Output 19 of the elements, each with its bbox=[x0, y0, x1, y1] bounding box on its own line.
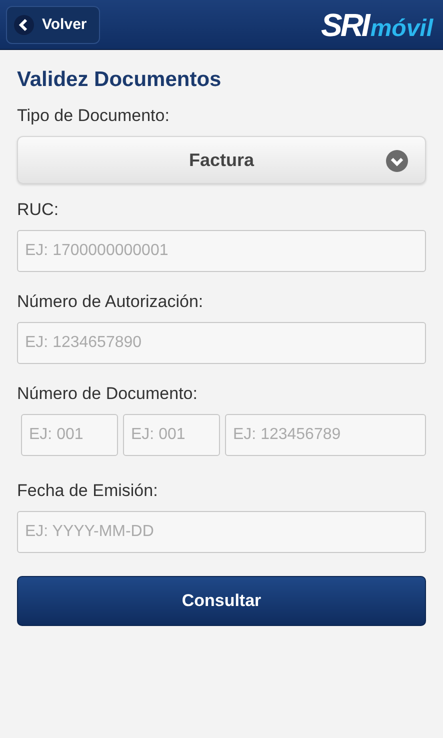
page-title: Validez Documentos bbox=[17, 68, 222, 92]
field-label: Fecha de Emisión: bbox=[17, 481, 159, 501]
field-label: Número de Documento: bbox=[17, 384, 198, 404]
logo-text: SRI bbox=[320, 8, 368, 40]
input-field[interactable]: EJ: YYYY-MM-DD bbox=[17, 511, 426, 553]
input-field[interactable]: EJ: 1700000000001 bbox=[17, 230, 426, 272]
document-type-dropdown[interactable]: Factura bbox=[17, 136, 426, 184]
input-field[interactable]: EJ: 123456789 bbox=[225, 414, 426, 456]
field-label: Número de Autorización: bbox=[17, 292, 204, 312]
field-label: Tipo de Documento: bbox=[17, 106, 170, 126]
logo-subtext: móvil bbox=[370, 16, 433, 40]
submit-button[interactable]: Consultar bbox=[17, 576, 426, 626]
field-label: RUC: bbox=[17, 200, 60, 220]
input-field[interactable]: EJ: 1234657890 bbox=[17, 322, 426, 364]
back-button[interactable]: Volver bbox=[6, 6, 100, 44]
input-field[interactable]: EJ: 001 bbox=[123, 414, 220, 456]
back-icon bbox=[14, 14, 34, 34]
input-field[interactable]: EJ: 001 bbox=[21, 414, 118, 456]
chevron-down-icon bbox=[386, 150, 408, 172]
